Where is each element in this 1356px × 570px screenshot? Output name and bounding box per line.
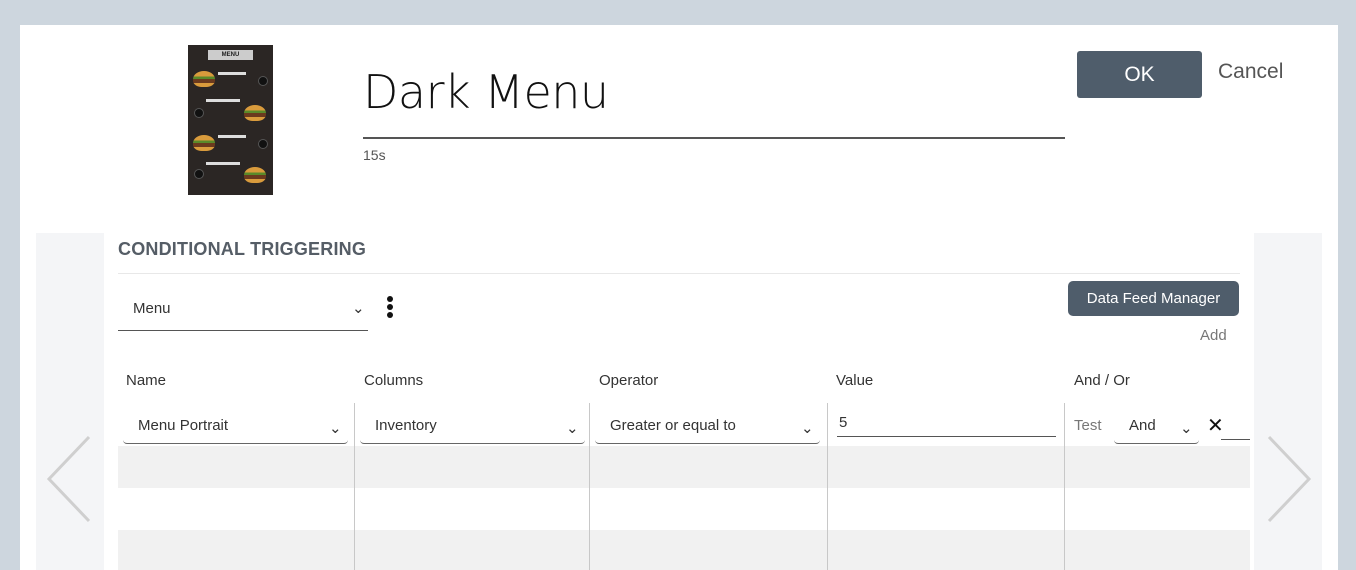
price-badge [194,169,204,179]
duration-label: 15s [363,147,386,163]
extra-field[interactable] [1221,439,1250,440]
price-badge [194,108,204,118]
next-panel[interactable] [1254,233,1322,570]
column-separator [1064,403,1065,570]
conditional-triggering-panel: CONDITIONAL TRIGGERING Menu ⌄ Data Feed … [104,233,1254,570]
column-select-value: Inventory [375,417,437,434]
operator-select[interactable]: Greater or equal to ⌄ [595,409,820,444]
content-title[interactable]: Dark Menu [363,65,609,119]
price-badge [258,139,268,149]
menu-line [218,72,246,75]
ok-button[interactable]: OK [1077,51,1202,98]
chevron-left-icon[interactable] [45,433,93,525]
table-row-band [118,446,1250,488]
column-separator [354,403,355,570]
column-header-value: Value [836,372,874,389]
menu-line [206,162,240,165]
menu-line [218,135,246,138]
data-feed-select-value: Menu [133,300,171,317]
divider [118,273,1240,274]
table-row-band [118,530,1250,570]
thumbnail-banner: MENU [208,50,253,60]
burger-image [193,135,215,151]
and-or-select-value: And [1129,417,1156,434]
add-condition-link[interactable]: Add [1200,327,1227,344]
remove-condition-icon[interactable]: ✕ [1207,413,1224,438]
data-feed-manager-button[interactable]: Data Feed Manager [1068,281,1239,316]
price-badge [258,76,268,86]
and-or-select[interactable]: And ⌄ [1114,409,1199,444]
chevron-down-icon: ⌄ [1180,420,1193,437]
name-select[interactable]: Menu Portrait ⌄ [123,409,348,444]
menu-line [206,99,240,102]
name-select-value: Menu Portrait [138,417,229,434]
burger-image [193,71,215,87]
cancel-button[interactable]: Cancel [1218,60,1283,84]
column-separator [589,403,590,570]
column-separator [827,403,828,570]
column-header-and-or: And / Or [1074,372,1130,389]
chevron-down-icon: ⌄ [329,420,342,437]
section-title: CONDITIONAL TRIGGERING [118,239,367,259]
trigger-dialog: MENU Dark Menu 15s OK Cancel CONDITIONAL… [20,25,1338,570]
content-thumbnail: MENU [188,45,273,195]
chevron-down-icon: ⌄ [566,420,579,437]
operator-select-value: Greater or equal to [610,417,736,434]
column-header-columns: Columns [364,372,424,389]
burger-image [244,105,266,121]
title-field[interactable]: Dark Menu [363,57,1065,139]
data-feed-select[interactable]: Menu ⌄ [118,288,368,331]
prev-panel[interactable] [36,233,104,570]
chevron-right-icon[interactable] [1265,433,1313,525]
column-select[interactable]: Inventory ⌄ [360,409,585,444]
test-link[interactable]: Test [1074,417,1102,434]
value-input[interactable] [837,409,1056,437]
column-header-operator: Operator [599,372,659,389]
column-header-name: Name [126,372,167,389]
chevron-down-icon: ⌄ [352,300,365,317]
more-vert-icon[interactable] [384,295,396,321]
chevron-down-icon: ⌄ [801,420,814,437]
burger-image [244,167,266,183]
